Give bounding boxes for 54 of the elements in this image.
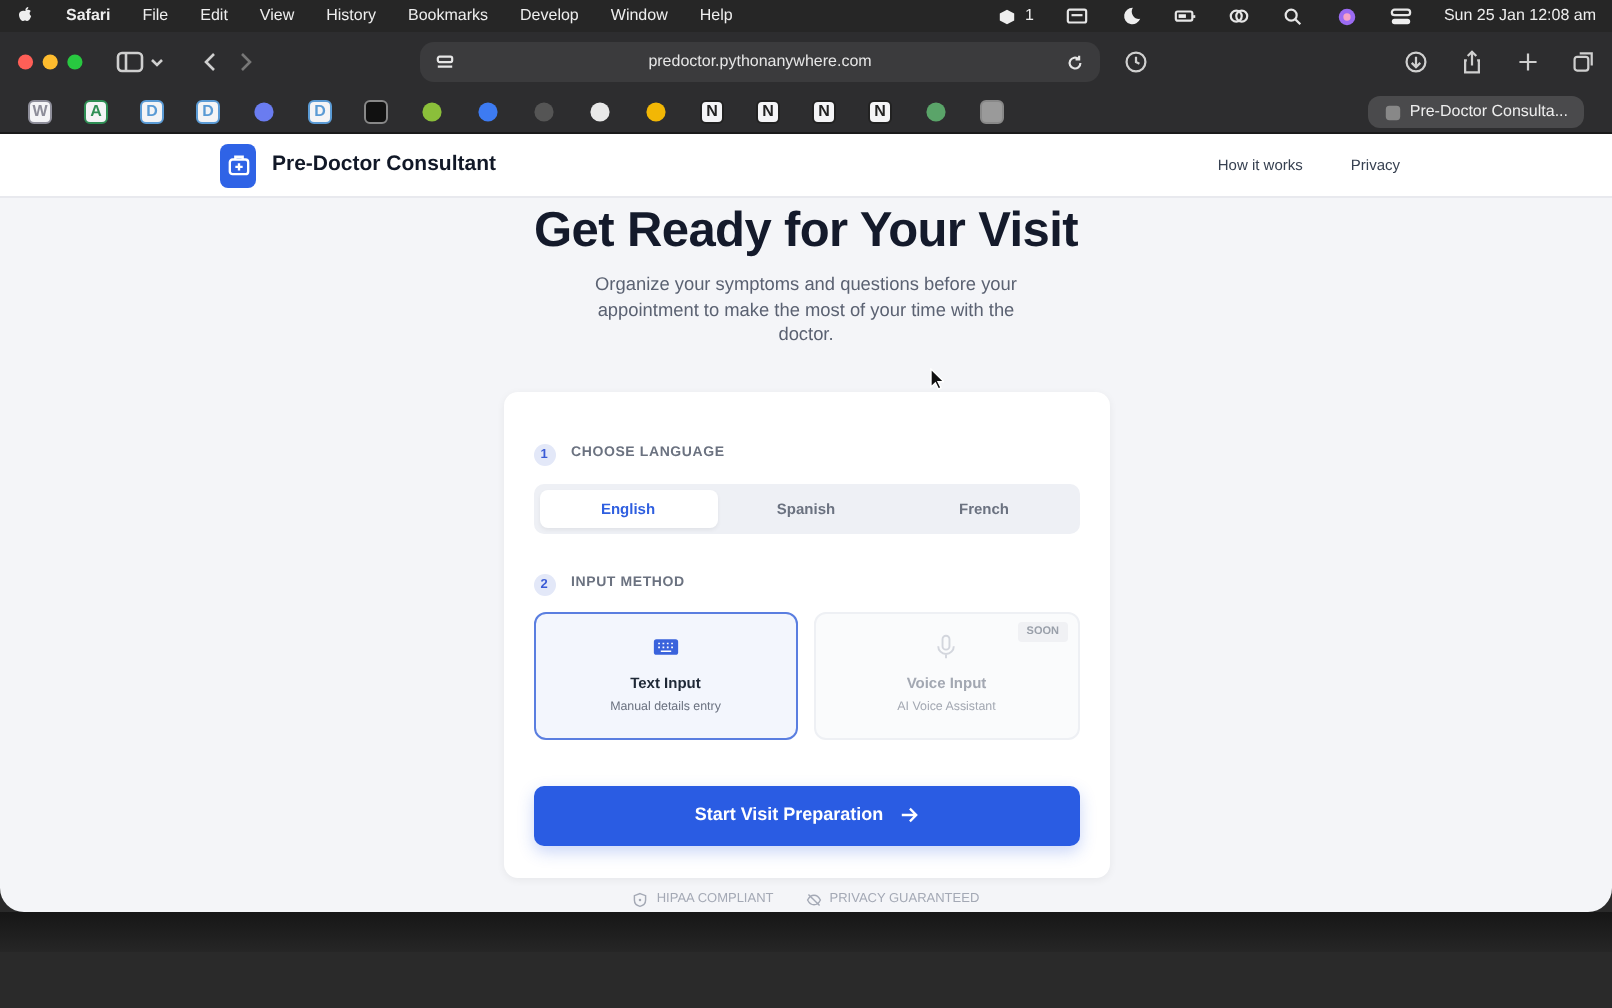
tab-favicon-icon	[1383, 103, 1402, 121]
moon-icon[interactable]	[1119, 5, 1142, 27]
bookmark-favicon-icon[interactable]	[926, 102, 946, 122]
sidebar-toggle-icon[interactable]	[116, 50, 168, 74]
bookmark-favicon-icon[interactable]	[980, 100, 1004, 124]
bookmark-favicon[interactable]: N	[868, 100, 892, 124]
logo-icon[interactable]	[220, 143, 256, 187]
bookmark-favicon[interactable]: N	[812, 100, 836, 124]
reload-icon[interactable]	[1066, 53, 1084, 71]
search-icon[interactable]	[1281, 5, 1304, 27]
bookmark-favicon-icon[interactable]	[590, 102, 610, 122]
app-menu[interactable]: Safari	[66, 0, 111, 32]
shield-icon	[632, 892, 649, 909]
share-icon[interactable]	[1460, 50, 1484, 74]
link-icon[interactable]	[1227, 5, 1250, 27]
bookmark-favicon[interactable]: N	[756, 100, 780, 124]
plus-icon[interactable]	[1516, 50, 1540, 74]
bookmark-favicon[interactable]: A	[84, 100, 108, 124]
control-center-icon[interactable]	[1389, 5, 1412, 27]
url-text: predoctor.pythonanywhere.com	[646, 50, 874, 74]
page-subheading: Organize your symptoms and questions before your appointment to make the most of your time with the doctor.	[593, 272, 1019, 348]
tab-title: Pre-Doctor Consulta...	[1409, 100, 1568, 124]
menu-item[interactable]: Edit	[200, 0, 228, 32]
bookmark-favicon[interactable]: N	[700, 100, 724, 124]
bookmark-favicon-icon[interactable]	[364, 100, 388, 124]
page-menu-icon[interactable]	[436, 53, 454, 71]
brand-name[interactable]: Pre-Doctor Consultant	[272, 149, 497, 181]
bookmark-favicon-icon[interactable]	[422, 102, 442, 122]
history-icon[interactable]	[1124, 50, 1148, 74]
bookmark-favicon-icon[interactable]	[646, 102, 666, 122]
tabs-overview-icon[interactable]	[1572, 50, 1596, 74]
menu-item[interactable]: Window	[610, 0, 668, 32]
siri-icon[interactable]	[1335, 5, 1358, 27]
menu-item[interactable]: Develop	[520, 0, 579, 32]
card-icon[interactable]	[1065, 5, 1088, 27]
microphone-icon	[932, 634, 961, 661]
menu-item[interactable]: Bookmarks	[408, 0, 489, 32]
battery-icon[interactable]	[1173, 5, 1196, 27]
start-button[interactable]: Start Visit Preparation	[533, 785, 1079, 846]
package-icon[interactable]	[998, 7, 1017, 25]
apple-logo-icon[interactable]	[16, 6, 34, 26]
download-icon[interactable]	[1404, 50, 1428, 74]
arrow-right-icon	[899, 806, 918, 825]
status-count: 1	[1024, 4, 1034, 28]
menu-item[interactable]: View	[259, 0, 295, 32]
browser-tab[interactable]: Pre-Doctor Consulta...	[1367, 96, 1584, 128]
menu-item[interactable]: File	[142, 0, 169, 32]
keyboard-icon	[651, 634, 680, 661]
menu-clock[interactable]: Sun 25 Jan 12:08 am	[1443, 0, 1596, 32]
page-heading: Get Ready for Your Visit	[534, 202, 1078, 261]
menu-item[interactable]: Help	[699, 0, 733, 32]
address-bar[interactable]: predoctor.pythonanywhere.com	[420, 42, 1100, 82]
menu-item[interactable]: History	[326, 0, 377, 32]
hidden-eye-icon	[805, 892, 822, 909]
